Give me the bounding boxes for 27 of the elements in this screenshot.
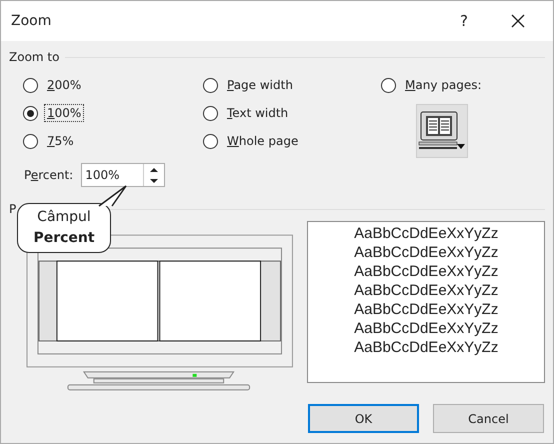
window-title: Zoom <box>11 13 52 29</box>
radio-option[interactable]: 200% <box>23 74 203 96</box>
sample-text: AaBbCcDdEeXxYyZz <box>354 338 498 357</box>
radio-option[interactable]: 75% <box>23 130 203 152</box>
radio-option[interactable]: Page width <box>203 74 381 96</box>
sample-text: AaBbCcDdEeXxYyZz <box>354 300 498 319</box>
up-arrow-icon[interactable] <box>150 166 158 172</box>
percent-label: Percent: <box>24 168 74 182</box>
sample-text: AaBbCcDdEeXxYyZz <box>354 243 498 262</box>
callout-text: Câmpul Percent <box>32 208 96 248</box>
help-button[interactable]: ? <box>441 1 487 41</box>
radio-option[interactable]: Many pages: <box>381 74 484 96</box>
radio-option[interactable]: 100% <box>23 102 203 124</box>
sample-text: AaBbCcDdEeXxYyZz <box>354 319 498 338</box>
down-arrow-icon[interactable] <box>150 178 158 184</box>
sample-text: AaBbCcDdEeXxYyZz <box>354 224 498 243</box>
close-icon <box>511 14 525 28</box>
radio-option[interactable]: Text width <box>203 102 381 124</box>
ok-button[interactable]: OK <box>308 404 419 433</box>
cancel-button[interactable]: Cancel <box>433 404 544 433</box>
sample-text: AaBbCcDdEeXxYyZz <box>354 262 498 281</box>
many-pages-button[interactable] <box>416 104 468 158</box>
group-label: Zoom to <box>9 50 60 64</box>
radio-option[interactable]: Whole page <box>203 130 381 152</box>
group-label: P <box>9 202 16 216</box>
sample-text: AaBbCcDdEeXxYyZz <box>354 281 498 300</box>
monitor-icon <box>417 110 467 152</box>
